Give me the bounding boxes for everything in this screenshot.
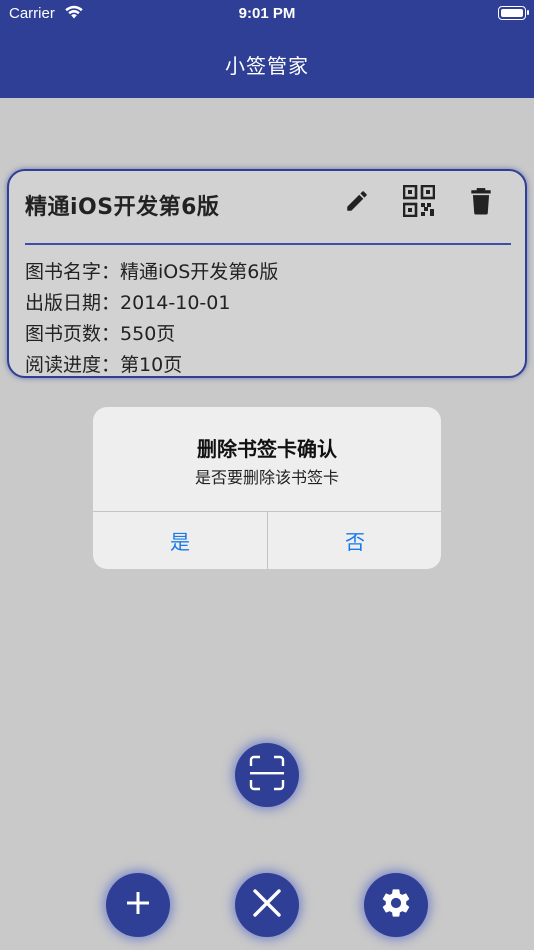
scan-icon — [248, 754, 286, 796]
info-label: 出版日期： — [25, 292, 121, 314]
plus-icon — [124, 889, 152, 921]
battery-icon — [498, 6, 529, 20]
info-row-publish-date: 出版日期：2014-10-01 — [25, 288, 230, 315]
gear-icon — [379, 886, 413, 924]
confirm-no-button[interactable]: 否 — [268, 512, 441, 569]
add-button[interactable] — [106, 873, 170, 937]
info-value: 2014-10-01 — [120, 292, 231, 314]
qr-code-button[interactable] — [402, 184, 436, 221]
page-title: 小签管家 — [225, 54, 309, 78]
dialog-title: 删除书签卡确认 — [197, 437, 337, 461]
info-value: 精通iOS开发第6版 — [120, 261, 279, 283]
info-label: 图书页数： — [25, 323, 121, 345]
info-label: 图书名字： — [25, 261, 121, 283]
qr-code-icon — [402, 184, 436, 221]
info-value: 550页 — [120, 323, 176, 345]
card-title: 精通iOS开发第6版 — [25, 195, 220, 220]
delete-button[interactable] — [465, 187, 497, 219]
dialog-message: 是否要删除该书签卡 — [194, 468, 339, 487]
status-bar: Carrier 9:01 PM — [0, 0, 534, 30]
trash-icon — [468, 187, 494, 219]
settings-button[interactable] — [364, 873, 428, 937]
bookmark-card[interactable]: 精通iOS开发第6版 图书名字：精通iOS开发第6版 出版日期：2014-10-… — [7, 169, 527, 378]
edit-button[interactable] — [341, 187, 373, 219]
confirm-yes-button[interactable]: 是 — [93, 512, 267, 569]
info-row-book-name: 图书名字：精通iOS开发第6版 — [25, 257, 278, 284]
scan-button[interactable] — [235, 743, 299, 807]
info-row-page-count: 图书页数：550页 — [25, 319, 175, 346]
info-row-reading-progress: 阅读进度：第10页 — [25, 350, 182, 377]
close-button[interactable] — [235, 873, 299, 937]
close-icon — [251, 887, 283, 923]
app-header: Carrier 9:01 PM 小签管家 — [0, 0, 534, 98]
edit-icon — [344, 188, 370, 218]
delete-confirm-dialog: 删除书签卡确认 是否要删除该书签卡 是 否 — [93, 407, 441, 569]
status-time: 9:01 PM — [238, 5, 296, 22]
card-divider — [25, 243, 511, 245]
info-label: 阅读进度： — [25, 354, 121, 376]
info-value: 第10页 — [120, 354, 183, 376]
